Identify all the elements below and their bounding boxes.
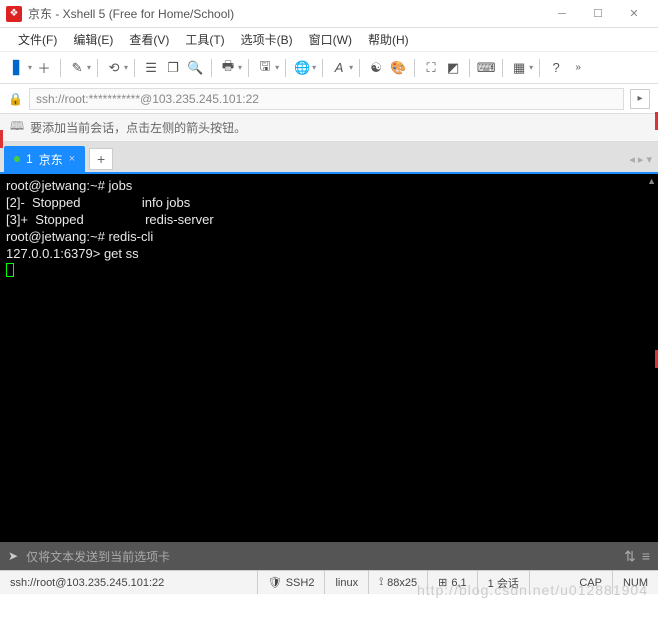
app-icon: ❖ bbox=[6, 6, 22, 22]
font-icon[interactable]: A bbox=[329, 58, 349, 78]
menu-file[interactable]: 文件(F) bbox=[10, 31, 65, 48]
go-button[interactable]: ▸ bbox=[630, 89, 650, 109]
status-protocol: 🛡SSH2 bbox=[258, 571, 326, 594]
scroll-up-icon[interactable]: ▲ bbox=[647, 176, 656, 186]
layout-icon[interactable]: ▦ bbox=[509, 58, 529, 78]
new-session-icon[interactable]: ▋ bbox=[8, 58, 28, 78]
compose-bar: ➤ 仅将文本发送到当前选项卡 ⇅ ≡ bbox=[0, 542, 658, 570]
menu-button[interactable]: ≡ bbox=[642, 548, 650, 565]
print-icon[interactable]: 🖶 bbox=[218, 58, 238, 78]
tab-close-icon[interactable]: × bbox=[69, 153, 75, 165]
menu-help[interactable]: 帮助(H) bbox=[360, 31, 417, 48]
hint-text: 要添加当前会话，点击左侧的箭头按钮。 bbox=[30, 119, 246, 136]
status-bar: ssh://root@103.235.245.101:22 🛡SSH2 linu… bbox=[0, 570, 658, 594]
menu-tab[interactable]: 选项卡(B) bbox=[233, 31, 301, 48]
terminal-container: ▲ root@jetwang:~# jobs [2]- Stopped info… bbox=[0, 172, 658, 542]
help-icon[interactable]: ? bbox=[546, 58, 566, 78]
compose-input[interactable]: 仅将文本发送到当前选项卡 bbox=[26, 548, 616, 565]
fullscreen-icon[interactable]: ⛶ bbox=[421, 58, 441, 78]
tab-nav[interactable]: ◂ ▸ ▾ bbox=[629, 153, 652, 166]
status-connection: ssh://root@103.235.245.101:22 bbox=[0, 571, 258, 594]
status-size: ⟟ 88x25 bbox=[369, 571, 428, 594]
status-sessions: 1 会话 bbox=[478, 571, 530, 594]
terminal-line: root@jetwang:~# redis-cli bbox=[6, 229, 153, 244]
tab-index: 1 bbox=[26, 152, 33, 166]
session-tab[interactable]: 1 京东 × bbox=[4, 146, 85, 172]
window-controls: ─ ☐ ✕ bbox=[544, 2, 652, 26]
titlebar: ❖ 京东 - Xshell 5 (Free for Home/School) ─… bbox=[0, 0, 658, 28]
status-dot-icon bbox=[14, 156, 20, 162]
reconnect-icon[interactable]: ⟲ bbox=[104, 58, 124, 78]
copy-icon[interactable]: ❐ bbox=[163, 58, 183, 78]
hint-bar: 🕮 要添加当前会话，点击左侧的箭头按钮。 bbox=[0, 114, 658, 142]
toggle-button[interactable]: ⇅ bbox=[624, 548, 636, 565]
expand-icon[interactable]: » bbox=[568, 58, 588, 78]
terminal-line: root@jetwang:~# jobs bbox=[6, 178, 132, 193]
menu-tool[interactable]: 工具(T) bbox=[177, 31, 232, 48]
encoding-icon[interactable]: ☯ bbox=[366, 58, 386, 78]
lock-icon: 🔒 bbox=[8, 92, 23, 106]
keyboard-icon[interactable]: ⌨ bbox=[476, 58, 496, 78]
status-os: linux bbox=[325, 571, 369, 594]
transparent-icon[interactable]: ◩ bbox=[443, 58, 463, 78]
address-input[interactable] bbox=[29, 88, 624, 110]
toolbar: ▋▾ ＋ ✎▾ ⟲▾ ☰ ❐ 🔍 🖶▾ 🖫▾ 🌐▾ A▾ ☯ 🎨 ⛶ ◩ ⌨ ▦… bbox=[0, 52, 658, 84]
compose-icon[interactable]: ➤ bbox=[8, 549, 18, 563]
menu-window[interactable]: 窗口(W) bbox=[301, 31, 360, 48]
tab-bar: 1 京东 × + ◂ ▸ ▾ bbox=[0, 142, 658, 172]
folder-icon[interactable]: 🖫 bbox=[255, 58, 275, 78]
menubar: 文件(F) 编辑(E) 查看(V) 工具(T) 选项卡(B) 窗口(W) 帮助(… bbox=[0, 28, 658, 52]
status-caps: CAP bbox=[569, 571, 613, 594]
brush-icon[interactable]: ✎ bbox=[67, 58, 87, 78]
bookmark-icon[interactable]: 🕮 bbox=[10, 117, 24, 138]
status-pos: ⊞ 6,1 bbox=[428, 571, 478, 594]
status-num: NUM bbox=[613, 571, 658, 594]
terminal-line: [3]+ Stopped redis-server bbox=[6, 212, 214, 227]
window-title: 京东 - Xshell 5 (Free for Home/School) bbox=[28, 5, 544, 22]
minimize-button[interactable]: ─ bbox=[544, 2, 580, 26]
address-bar: 🔒 ▸ bbox=[0, 84, 658, 114]
maximize-button[interactable]: ☐ bbox=[580, 2, 616, 26]
tab-label: 京东 bbox=[39, 151, 63, 168]
search-icon[interactable]: 🔍 bbox=[185, 58, 205, 78]
terminal[interactable]: root@jetwang:~# jobs [2]- Stopped info j… bbox=[0, 174, 658, 542]
cursor bbox=[6, 263, 14, 277]
decoration bbox=[0, 130, 3, 148]
add-icon[interactable]: ＋ bbox=[34, 58, 54, 78]
close-button[interactable]: ✕ bbox=[616, 2, 652, 26]
menu-edit[interactable]: 编辑(E) bbox=[65, 31, 121, 48]
terminal-line: 127.0.0.1:6379> get ss bbox=[6, 246, 139, 261]
color-icon[interactable]: 🎨 bbox=[388, 58, 408, 78]
terminal-line: [2]- Stopped info jobs bbox=[6, 195, 190, 210]
properties-icon[interactable]: ☰ bbox=[141, 58, 161, 78]
menu-view[interactable]: 查看(V) bbox=[121, 31, 177, 48]
new-tab-button[interactable]: + bbox=[89, 148, 113, 170]
globe-icon[interactable]: 🌐 bbox=[292, 58, 312, 78]
shield-icon: 🛡 bbox=[268, 576, 282, 589]
